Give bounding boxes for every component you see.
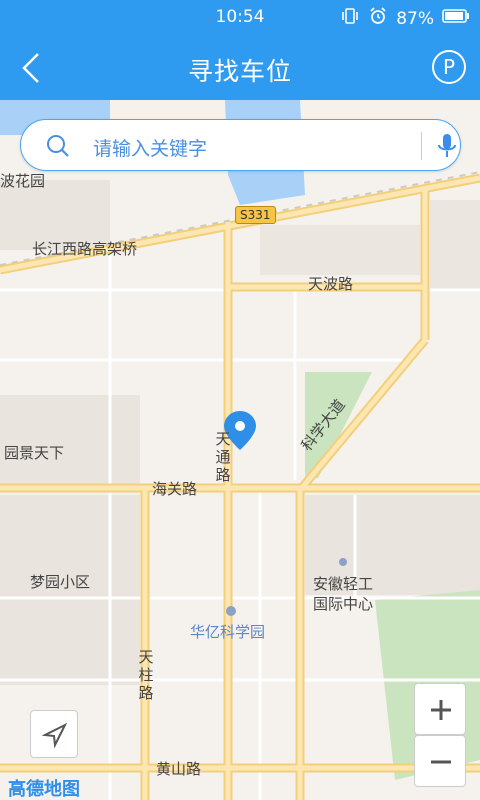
parking-button[interactable]: P (432, 50, 466, 84)
my-location-button[interactable] (30, 710, 78, 758)
navigation-arrow-icon (41, 722, 68, 749)
map-label-road: 长江西路高架桥 (32, 240, 138, 258)
plus-icon (431, 700, 451, 720)
search-input[interactable]: 请输入关键字 (93, 134, 207, 161)
zoom-in-button[interactable] (414, 683, 466, 735)
search-icon (45, 133, 71, 163)
map-label-road: 天柱路 (138, 648, 154, 702)
map-view[interactable] (0, 100, 480, 800)
map-label-road: 天波路 (308, 275, 354, 293)
search-divider (421, 132, 422, 160)
map-label-poi: 国际中心 (313, 595, 374, 613)
status-bar: 10:54 87% (0, 0, 480, 34)
zoom-out-button[interactable] (414, 735, 466, 787)
highway-badge: S331 (235, 206, 276, 224)
minus-icon (431, 760, 451, 764)
map-label-poi: 安徽轻工 (313, 575, 374, 593)
battery-percent: 87% (396, 8, 434, 29)
battery-icon (442, 8, 470, 29)
map-provider-logo: 高德地图 (8, 779, 80, 800)
page-title: 寻找车位 (187, 57, 292, 86)
map-label-area: 园景天下 (4, 444, 65, 462)
alarm-icon (368, 6, 388, 31)
map-label-road: 黄山路 (156, 760, 202, 778)
vibrate-icon (340, 6, 360, 31)
map-label-road: 海关路 (152, 480, 198, 498)
search-bar[interactable]: 请输入关键字 (20, 119, 461, 171)
map-label-area: 梦园小区 (30, 573, 91, 591)
status-icons: 87% (340, 6, 470, 31)
map-label-road: 天通路 (215, 430, 231, 484)
map-label-area: 波花园 (0, 172, 46, 190)
map-label-poi: 华亿科学园 (190, 623, 266, 641)
microphone-icon[interactable] (435, 132, 459, 164)
title-bar: 寻找车位 P (0, 34, 480, 100)
